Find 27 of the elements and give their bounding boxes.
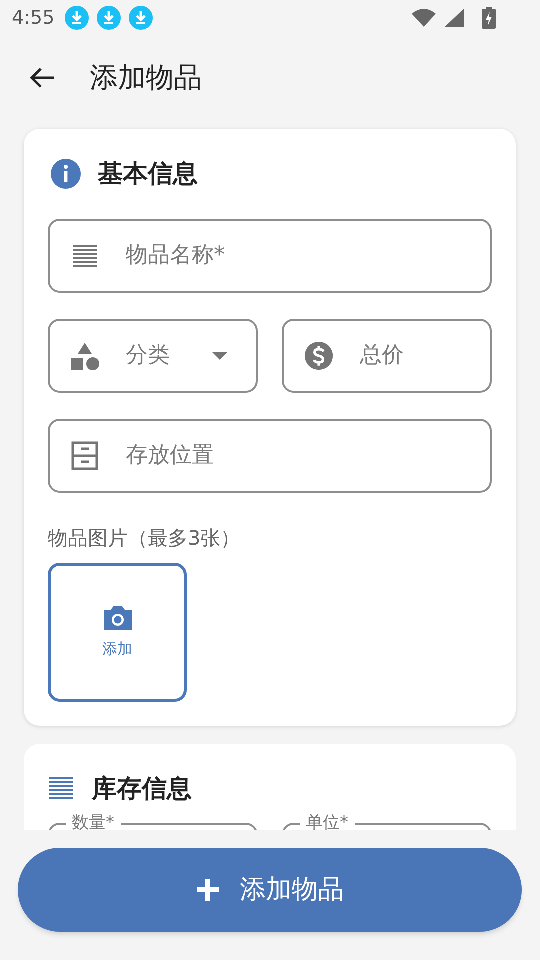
caret-icon (212, 352, 228, 360)
section-title: 库存信息 (92, 772, 192, 804)
section-title: 基本信息 (98, 158, 198, 190)
wifi-icon (412, 8, 436, 28)
add-photo-button[interactable]: 添加 (48, 562, 187, 702)
photos-label: 物品图片（最多3张） (48, 524, 242, 552)
add-item-button[interactable]: 添加物品 (18, 848, 522, 932)
back-arrow-icon (29, 67, 55, 89)
lines-icon (72, 242, 98, 268)
input-field[interactable]: 物品名称* (48, 218, 492, 292)
shapes-icon (70, 340, 100, 370)
dollar-icon (304, 340, 334, 372)
plus-icon (196, 878, 220, 902)
info-icon (50, 158, 82, 190)
signal-icon (444, 8, 464, 28)
lines-icon (48, 775, 74, 802)
download-icon (128, 6, 153, 30)
input-field[interactable]: 总价 (282, 318, 492, 392)
drawer-icon (71, 440, 99, 470)
camera-icon (102, 604, 134, 632)
page-title: 添加物品 (90, 60, 202, 96)
status-time: 4:55 (12, 6, 55, 31)
download-icon (64, 6, 89, 30)
category-dropdown[interactable]: 分类 (48, 318, 258, 392)
battery-icon (482, 7, 496, 29)
input-field[interactable]: 存放位置 (48, 418, 492, 492)
download-icon (96, 6, 121, 30)
